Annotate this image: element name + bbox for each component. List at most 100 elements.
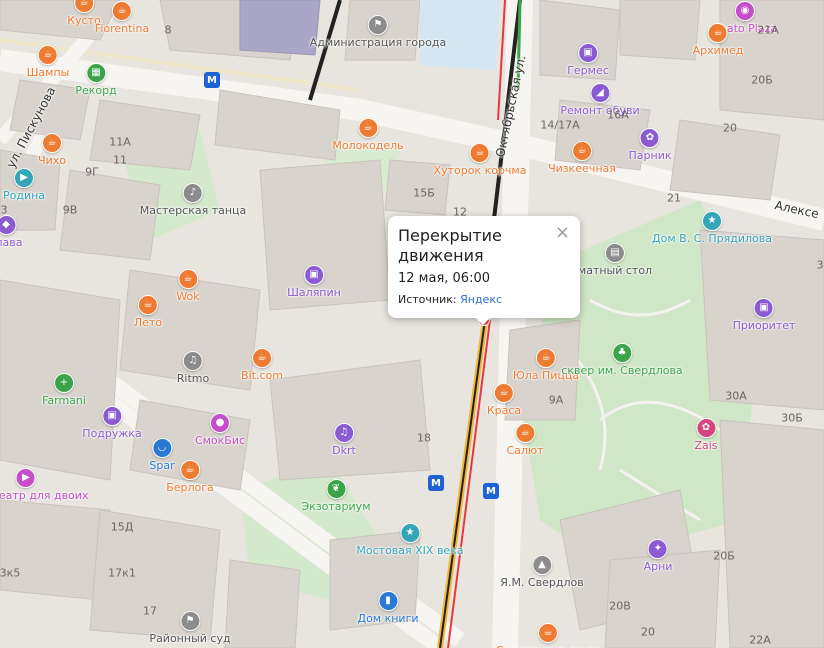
poi-dom_knigi[interactable]: ▮ Дом книги [357, 591, 419, 625]
house-number: 8 [164, 23, 172, 37]
poi-label: Парник [628, 149, 672, 162]
poi-label: Архимед [692, 44, 744, 57]
poi-kinoteatr[interactable]: ▶Кинотеатр для двоих [0, 468, 88, 502]
poi-masterskaya[interactable]: ♪ Мастерская танца [140, 183, 246, 217]
poi-prioritet[interactable]: ▣ Приоритет [732, 298, 796, 332]
poi-germes[interactable]: ▣ Гермес [567, 43, 609, 77]
bag-icon: ▣ [577, 43, 598, 63]
poi-ekzotarium[interactable]: ❦ Экзотариум [302, 479, 371, 513]
cafe-icon: ☕ [178, 269, 198, 289]
metro-icon[interactable]: M [204, 72, 220, 88]
music-icon: ♫ [334, 423, 354, 443]
poi-label: Гермес [567, 64, 609, 77]
house-number: 17к1 [108, 566, 136, 580]
poi-salyut[interactable]: ☕ Салют [506, 423, 544, 457]
house-number: 9А [548, 393, 564, 407]
poi-label: Farmani [42, 394, 86, 407]
smoke-icon: ● [209, 413, 230, 433]
cafe-icon: ☕ [470, 143, 490, 163]
road-closure-popup: Перекрытие движения × 12 мая, 06:00 Исто… [388, 216, 580, 325]
house-number: 30Б [781, 411, 803, 425]
poi-stol[interactable]: ▤ матный стол [578, 243, 652, 277]
poi-shampy[interactable]: ☕ Шампы [27, 45, 69, 79]
poi-label: матный стол [577, 264, 653, 277]
poi-fiorentina[interactable]: ☕ Fiorentina [95, 1, 149, 35]
poi-smokbis[interactable]: ● СмокБис [195, 413, 245, 447]
poi-parnik[interactable]: ✿ Парник [628, 128, 672, 162]
poi-rekord[interactable]: ▦ Рекорд [75, 63, 117, 97]
map-view[interactable]: Октябрьская ул. ул. Пискунова Алексе M M… [0, 0, 824, 648]
house-number: 11А [109, 135, 131, 149]
poi-molokodel[interactable]: ☕ Молокодель [332, 118, 404, 152]
poi-arkhimed[interactable]: ☕ Архимед [692, 23, 744, 57]
cafe-icon: ☕ [252, 348, 272, 368]
music-icon: ♫ [183, 351, 203, 371]
building-icon: ▦ [86, 63, 106, 83]
cinema-icon: ▶ [14, 168, 34, 188]
book-icon: ▮ [377, 591, 398, 611]
star-icon: ★ [701, 211, 722, 231]
poi-farmani[interactable]: + Farmani [42, 373, 86, 407]
poi-label: сквер им. Свердлова [561, 364, 683, 377]
poi-krasa[interactable]: ☕ Краса [487, 383, 521, 417]
house-number: 20 [723, 121, 737, 135]
poi-berloga[interactable]: ☕ Берлога [166, 460, 214, 494]
poi-arni[interactable]: ✦ Арни [643, 539, 673, 573]
shopping-icon: ◉ [735, 1, 755, 21]
poi-ritmo[interactable]: ♫ Ritmo [177, 351, 209, 385]
cafe-icon: ☕ [38, 45, 58, 65]
house-number: 15Д [110, 520, 134, 534]
poi-label: Приоритет [732, 319, 796, 332]
office-icon: ▤ [605, 243, 625, 263]
shoe-icon: ◢ [590, 83, 610, 103]
popup-source-link[interactable]: Яндекс [460, 293, 502, 306]
poi-label: Fiorentina [94, 22, 150, 35]
poi-label: Администрация города [309, 36, 447, 49]
pharmacy-icon: + [54, 373, 74, 393]
poi-label: Дом книги [357, 612, 419, 625]
poi-zais[interactable]: ✿ Zais [694, 418, 718, 452]
bag-icon: ▣ [753, 298, 774, 318]
poi-shalyapin[interactable]: ▣ Шаляпин [287, 265, 341, 299]
shop-icon: ◆ [0, 215, 16, 235]
house-number: 9В [62, 203, 78, 217]
bag-icon: ▣ [304, 265, 324, 285]
poi-skver[interactable]: ♣ сквер им. Свердлова [561, 343, 683, 377]
house-number: 3к5 [0, 566, 21, 580]
house-number: 17 [143, 604, 157, 618]
poi-label: Арни [643, 560, 673, 573]
poi-bitcom[interactable]: ☕ Bit.com [241, 348, 283, 382]
poi-slava[interactable]: ◆слава [0, 215, 23, 249]
poi-schastlivye[interactable]: ☕Счастливые люди [496, 623, 600, 648]
cafe-icon: ☕ [536, 348, 556, 368]
poi-chizkeechnaya[interactable]: ☕ Чизкеечная [548, 141, 616, 175]
metro-icon[interactable]: M [428, 475, 444, 491]
poi-label: Молокодель [332, 139, 404, 152]
poi-wok[interactable]: ☕ Wok [176, 269, 200, 303]
poi-label: Ritmo [176, 372, 210, 385]
poi-label: Кинотеатр для двоих [0, 489, 89, 502]
poi-label: Шаляпин [287, 286, 341, 299]
poi-khutorok[interactable]: ☕ Хуторок корчма [434, 143, 526, 177]
poi-rodina[interactable]: ▶ Родина [3, 168, 45, 202]
popup-source: Источник: Яндекс [398, 293, 502, 306]
poi-dom_pryadilova[interactable]: ★ Дом В. С. Прядилова [652, 211, 772, 245]
poi-label: Дом В. С. Прядилова [652, 232, 772, 245]
tree-icon: ♣ [612, 343, 632, 363]
poi-leto[interactable]: ☕ Лето [134, 295, 162, 329]
poi-chikho[interactable]: ☕ Чихо [38, 133, 66, 167]
poi-label: Рекорд [75, 84, 117, 97]
metro-icon[interactable]: M [483, 483, 499, 499]
poi-sverdlov[interactable]: ▲ Я.М. Свердлов [500, 555, 584, 589]
poi-administratsiya[interactable]: ⚑ Администрация города [310, 15, 446, 49]
house-number: 16А [607, 108, 629, 122]
poi-podruzhka[interactable]: ▣ Подружка [82, 406, 142, 440]
house-number: 3 [816, 258, 824, 272]
close-icon[interactable]: × [555, 224, 570, 242]
poi-sud[interactable]: ⚑ Районный суд [149, 611, 231, 645]
house-number: 30А [725, 389, 747, 403]
cafe-icon: ☕ [358, 118, 378, 138]
poi-most[interactable]: ★ Мостовая XIX века [356, 523, 464, 557]
poi-dkrt[interactable]: ♫ Dkrt [332, 423, 356, 457]
star-icon: ★ [399, 523, 420, 543]
